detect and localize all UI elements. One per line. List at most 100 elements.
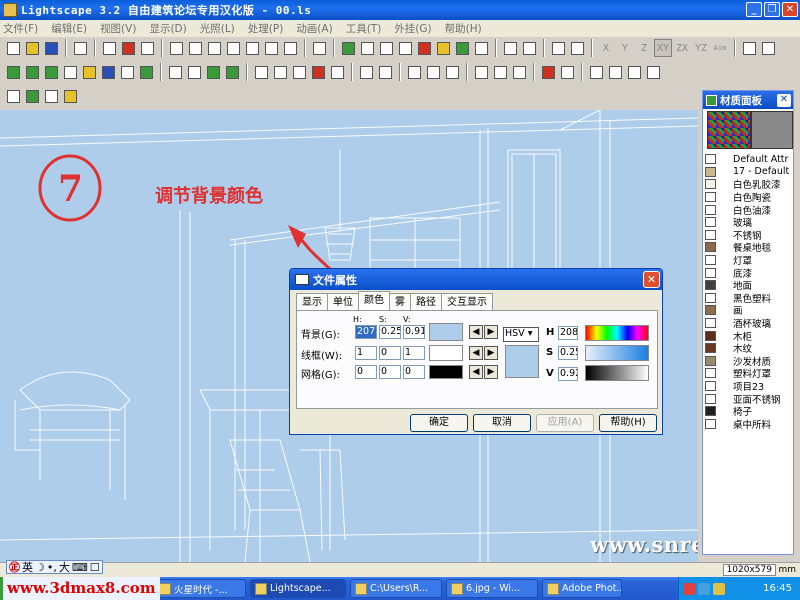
figure-stand-icon[interactable] bbox=[625, 63, 643, 81]
ime-fullwidth[interactable]: 大 bbox=[59, 559, 70, 575]
wireframe-v-input[interactable]: 1 bbox=[403, 346, 425, 360]
tab-units[interactable]: 单位 bbox=[327, 293, 359, 310]
task-lightscape[interactable]: Lightscape... bbox=[250, 579, 346, 598]
menu-view[interactable]: 视图(V) bbox=[100, 21, 136, 36]
background-s-input[interactable]: 0.25 bbox=[379, 325, 401, 339]
color-mode-select[interactable]: HSV ▾ bbox=[503, 327, 539, 342]
edit-page-icon[interactable] bbox=[376, 63, 394, 81]
eye-icon[interactable] bbox=[339, 39, 357, 57]
help-icon[interactable] bbox=[119, 39, 137, 57]
tray-app-icon[interactable] bbox=[683, 582, 695, 595]
background-right-arrow-icon[interactable]: ▶ bbox=[484, 325, 498, 339]
grid-icon[interactable] bbox=[118, 63, 136, 81]
close-button[interactable]: ✕ bbox=[782, 2, 798, 17]
axis-y-button[interactable]: Y bbox=[616, 39, 634, 57]
select-walk-icon[interactable] bbox=[271, 63, 289, 81]
globe-icon[interactable] bbox=[99, 63, 117, 81]
restore-button[interactable]: ❐ bbox=[764, 2, 780, 17]
saturation-slider[interactable] bbox=[585, 345, 649, 361]
material-item[interactable]: 沙发材质 bbox=[705, 355, 793, 367]
menu-process[interactable]: 处理(P) bbox=[248, 21, 284, 36]
light-move-icon[interactable] bbox=[558, 63, 576, 81]
unlink-icon[interactable] bbox=[759, 39, 777, 57]
orbit-icon[interactable] bbox=[453, 39, 471, 57]
s-value-input[interactable]: 0.25 bbox=[558, 346, 578, 360]
material-item[interactable]: 酒杯玻璃 bbox=[705, 317, 793, 329]
view-cube-6-icon[interactable] bbox=[262, 39, 280, 57]
menu-file[interactable]: 文件(F) bbox=[3, 21, 38, 36]
wireframe-left-arrow-icon[interactable]: ◀ bbox=[469, 346, 483, 360]
cursor-move-icon[interactable] bbox=[424, 63, 442, 81]
tab-fog[interactable]: 雾 bbox=[389, 293, 411, 310]
material-item[interactable]: 白色乳胶漆 bbox=[705, 178, 793, 191]
figure-walk-icon[interactable] bbox=[587, 63, 605, 81]
axis-z-button[interactable]: Z bbox=[635, 39, 653, 57]
print-icon[interactable] bbox=[100, 39, 118, 57]
material-item[interactable]: 不锈钢 bbox=[705, 229, 793, 241]
grid-v-input[interactable]: 0 bbox=[403, 365, 425, 379]
grid-color-swatch[interactable] bbox=[429, 365, 463, 379]
dialog-close-button[interactable]: ✕ bbox=[643, 271, 660, 288]
box-solid-icon[interactable] bbox=[204, 63, 222, 81]
grid-s-input[interactable]: 0 bbox=[379, 365, 401, 379]
material-item[interactable]: 椅子 bbox=[705, 405, 793, 417]
menu-plugins[interactable]: 外挂(G) bbox=[394, 21, 431, 36]
material-item[interactable]: 灯罩 bbox=[705, 254, 793, 266]
tray-network-icon[interactable] bbox=[698, 582, 710, 595]
zoom-window-icon[interactable] bbox=[520, 39, 538, 57]
zoom-extents-icon[interactable] bbox=[501, 39, 519, 57]
material-item[interactable]: 项目23 bbox=[705, 380, 793, 392]
layer-3-icon[interactable] bbox=[42, 63, 60, 81]
menu-light[interactable]: 光照(L) bbox=[200, 21, 235, 36]
plane-xy-button[interactable]: XY bbox=[654, 39, 672, 57]
material-item[interactable]: 木柜 bbox=[705, 329, 793, 342]
material-item[interactable]: 亚面不锈钢 bbox=[705, 392, 793, 405]
ime-keyboard-icon[interactable]: ⌨ bbox=[72, 561, 88, 574]
start-area[interactable]: www.3dmax8.com bbox=[0, 577, 160, 600]
task-explorer[interactable]: C:\Users\R... bbox=[350, 579, 442, 598]
apply-button[interactable]: 应用(A) bbox=[536, 414, 594, 432]
menu-edit[interactable]: 编辑(E) bbox=[51, 21, 87, 36]
tray-volume-icon[interactable] bbox=[713, 582, 725, 595]
material-item[interactable]: 白色油漆 bbox=[705, 203, 793, 216]
grid-left-arrow-icon[interactable]: ◀ bbox=[469, 365, 483, 379]
cancel-button[interactable]: 取消 bbox=[473, 414, 531, 432]
help-button[interactable]: 帮助(H) bbox=[599, 414, 657, 432]
table-icon[interactable] bbox=[510, 63, 528, 81]
ime-logo-icon[interactable]: ㊣ bbox=[9, 559, 20, 575]
aim-button[interactable]: Aim bbox=[711, 39, 729, 57]
view-cube-7-icon[interactable] bbox=[281, 39, 299, 57]
cursor-icon[interactable] bbox=[405, 63, 423, 81]
grid-h-input[interactable]: 0 bbox=[355, 365, 377, 379]
spin-icon[interactable] bbox=[568, 39, 586, 57]
minimize-button[interactable]: _ bbox=[746, 2, 762, 17]
edit-doc-icon[interactable] bbox=[357, 63, 375, 81]
material-panel-close-icon[interactable]: ✕ bbox=[777, 93, 791, 107]
h-value-input[interactable]: 208. bbox=[558, 326, 578, 340]
material-item[interactable]: 木纹 bbox=[705, 342, 793, 355]
plane-yz-button[interactable]: YZ bbox=[692, 39, 710, 57]
undo-icon[interactable] bbox=[71, 39, 89, 57]
material-item[interactable]: 桌中所料 bbox=[705, 417, 793, 430]
value-slider[interactable] bbox=[585, 365, 649, 381]
background-color-swatch[interactable] bbox=[429, 323, 463, 341]
ime-punct[interactable]: •, bbox=[47, 561, 57, 574]
render-sphere-icon[interactable] bbox=[23, 87, 41, 105]
save-icon[interactable] bbox=[42, 39, 60, 57]
wireframe-h-input[interactable]: 1 bbox=[355, 346, 377, 360]
view-cube-1-icon[interactable] bbox=[167, 39, 185, 57]
material-item[interactable]: 地面 bbox=[705, 279, 793, 292]
menu-display[interactable]: 显示(D) bbox=[149, 21, 186, 36]
select-zoom-icon[interactable] bbox=[309, 63, 327, 81]
ime-menu-icon[interactable]: ☐ bbox=[90, 561, 100, 574]
view-cube-3-icon[interactable] bbox=[205, 39, 223, 57]
context-help-icon[interactable] bbox=[138, 39, 156, 57]
move-icon[interactable] bbox=[549, 39, 567, 57]
menu-animation[interactable]: 动画(A) bbox=[296, 21, 332, 36]
layer-2-icon[interactable] bbox=[23, 63, 41, 81]
link-icon[interactable] bbox=[740, 39, 758, 57]
rotate-icon[interactable] bbox=[472, 39, 490, 57]
zoom-icon[interactable] bbox=[377, 39, 395, 57]
select-region-icon[interactable] bbox=[328, 63, 346, 81]
magnify-icon[interactable] bbox=[396, 39, 414, 57]
